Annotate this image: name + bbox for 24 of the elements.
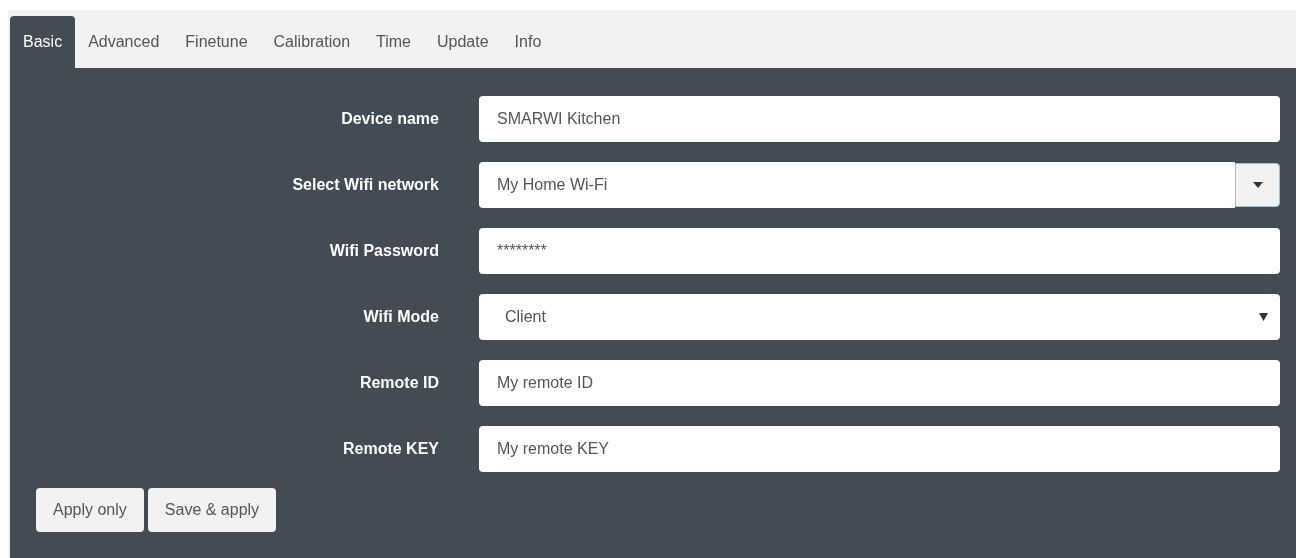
field-label: Wifi Password [328,242,439,260]
input-field[interactable]: My remote ID [479,360,1280,406]
input-field[interactable]: My remote KEY [479,426,1280,472]
dropdown-button[interactable] [1235,163,1280,207]
tab[interactable]: Basic [10,16,76,68]
tab[interactable]: Calibration [260,16,364,68]
caret-icon [1259,313,1268,321]
field-label: Remote KEY [341,440,439,458]
tab[interactable]: Finetune [172,16,261,68]
field-label: Select Wifi network [291,176,439,194]
select-field[interactable]: Client [479,294,1280,340]
password-field[interactable]: ******** [479,228,1280,274]
tab[interactable]: Time [363,16,424,68]
tab[interactable]: Advanced [75,16,173,68]
action-button[interactable]: Save & apply [147,488,277,532]
field-label: Wifi Mode [362,308,439,326]
action-button[interactable]: Apply only [36,488,144,532]
caret-icon [1252,182,1263,188]
field-label: Device name [340,110,439,128]
input-field[interactable]: SMARWI Kitchen [479,96,1280,142]
tab[interactable]: Info [501,16,555,68]
network-combo-field[interactable]: My Home Wi-Fi [479,162,1235,208]
tab[interactable]: Update [424,16,502,68]
field-label: Remote ID [358,374,439,392]
